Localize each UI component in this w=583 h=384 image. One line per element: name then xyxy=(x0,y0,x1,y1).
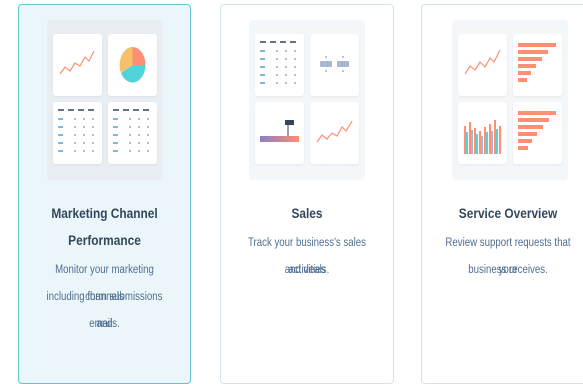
summary-stat-icon xyxy=(320,56,349,72)
line-chart-icon xyxy=(59,50,95,75)
line-chart-tile xyxy=(53,34,102,96)
table-icon xyxy=(260,41,299,84)
card-title: Service Overview xyxy=(458,206,558,221)
table-icon xyxy=(113,109,152,152)
card-description: emails. xyxy=(89,318,120,330)
funnel-bar-tile xyxy=(255,102,304,164)
line-chart-icon xyxy=(316,120,353,143)
card-description: business receives. xyxy=(468,264,548,276)
dashboard-preview-thumbnail xyxy=(47,20,163,180)
line-chart-tile xyxy=(310,102,359,164)
line-chart-tile xyxy=(458,34,507,96)
horizontal-bar-chart-icon xyxy=(518,43,556,82)
card-sales[interactable]: Sales Track your business's sales activi… xyxy=(220,4,394,384)
dashboard-preview-thumbnail xyxy=(452,20,568,180)
summary-stat-tile xyxy=(310,34,359,96)
table-tile xyxy=(108,102,157,164)
card-title: Sales xyxy=(291,206,323,221)
dashboard-preview-thumbnail xyxy=(249,20,365,180)
card-title: Performance xyxy=(68,233,141,248)
card-title: Marketing Channel xyxy=(51,206,158,221)
line-chart-icon xyxy=(464,49,501,75)
table-tile xyxy=(53,102,102,164)
horizontal-bar-chart-tile xyxy=(513,34,562,96)
table-icon xyxy=(58,109,97,152)
gradient-bar-icon xyxy=(260,120,299,142)
card-marketing-channel-performance[interactable]: Marketing Channel Performance Monitor yo… xyxy=(18,4,191,384)
pie-chart-icon xyxy=(119,47,146,83)
vertical-bar-chart-icon xyxy=(464,120,501,154)
card-service-overview[interactable]: Service Overview Review support requests… xyxy=(421,4,583,384)
table-tile xyxy=(255,34,304,96)
card-description: and deals. xyxy=(284,264,330,276)
pie-chart-tile xyxy=(108,34,157,96)
horizontal-bar-chart-tile xyxy=(513,102,562,164)
vertical-bar-chart-tile xyxy=(458,102,507,164)
horizontal-bar-chart-icon xyxy=(518,111,556,150)
